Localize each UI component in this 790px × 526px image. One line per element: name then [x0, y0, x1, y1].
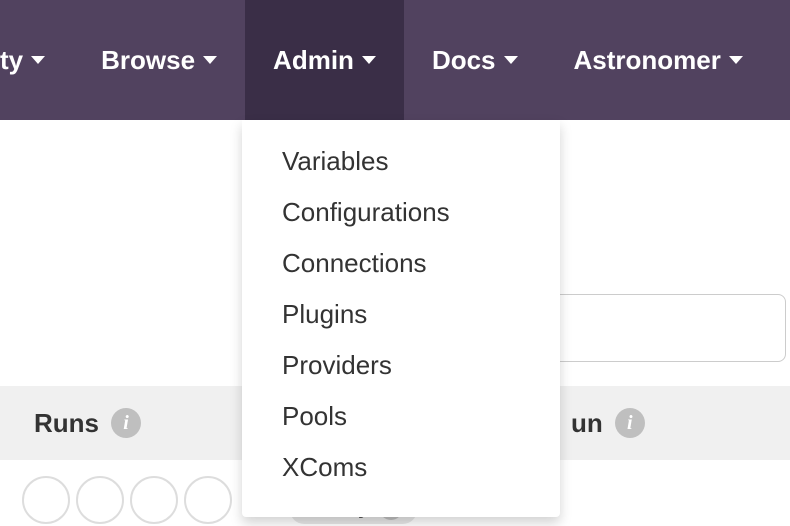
dropdown-item-label: Pools	[282, 401, 347, 431]
nav-item-label: Astronomer	[574, 45, 721, 76]
status-circles	[22, 476, 232, 524]
nav-item-partial[interactable]: ty	[0, 0, 73, 120]
dropdown-item-configurations[interactable]: Configurations	[242, 187, 560, 238]
dropdown-item-label: XComs	[282, 452, 367, 482]
column-header-label: Runs	[34, 408, 99, 439]
dropdown-item-plugins[interactable]: Plugins	[242, 289, 560, 340]
nav-item-label: ty	[0, 45, 23, 76]
status-circle[interactable]	[130, 476, 178, 524]
dropdown-item-xcoms[interactable]: XComs	[242, 442, 560, 493]
dropdown-item-label: Providers	[282, 350, 392, 380]
dropdown-item-variables[interactable]: Variables	[242, 136, 560, 187]
status-circle[interactable]	[22, 476, 70, 524]
chevron-down-icon	[504, 56, 518, 64]
dropdown-item-pools[interactable]: Pools	[242, 391, 560, 442]
info-icon[interactable]: i	[111, 408, 141, 438]
dropdown-item-label: Connections	[282, 248, 427, 278]
column-header-label: un	[571, 408, 603, 439]
nav-item-astronomer[interactable]: Astronomer	[546, 0, 771, 120]
dropdown-item-label: Configurations	[282, 197, 450, 227]
info-icon[interactable]: i	[615, 408, 645, 438]
nav-item-admin[interactable]: Admin	[245, 0, 404, 120]
status-circle[interactable]	[76, 476, 124, 524]
nav-item-label: Browse	[101, 45, 195, 76]
dropdown-item-providers[interactable]: Providers	[242, 340, 560, 391]
column-header-run: un i	[571, 408, 645, 439]
chevron-down-icon	[203, 56, 217, 64]
dropdown-item-label: Variables	[282, 146, 388, 176]
dropdown-item-connections[interactable]: Connections	[242, 238, 560, 289]
nav-item-docs[interactable]: Docs	[404, 0, 546, 120]
nav-item-label: Admin	[273, 45, 354, 76]
dropdown-item-label: Plugins	[282, 299, 367, 329]
chevron-down-icon	[362, 56, 376, 64]
chevron-down-icon	[729, 56, 743, 64]
column-header-runs: Runs i	[34, 408, 141, 439]
nav-item-browse[interactable]: Browse	[73, 0, 245, 120]
navbar: ty Browse Admin Docs Astronomer	[0, 0, 790, 120]
nav-item-label: Docs	[432, 45, 496, 76]
chevron-down-icon	[31, 56, 45, 64]
admin-dropdown: Variables Configurations Connections Plu…	[242, 120, 560, 517]
status-circle[interactable]	[184, 476, 232, 524]
